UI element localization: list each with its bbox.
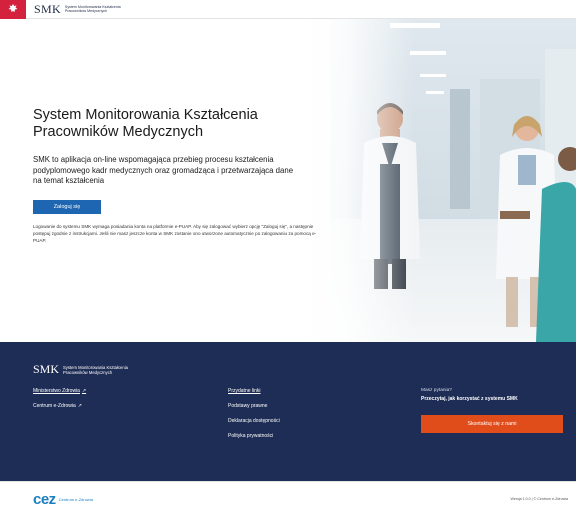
help-link[interactable]: Przeczytaj, jak korzystać z systemu SMK	[421, 396, 518, 402]
cez-logo-mark: cez	[33, 491, 56, 508]
footer-links-heading[interactable]: Przydatne linki	[228, 388, 280, 394]
footer-link-cez[interactable]: Centrum e-Zdrowia ↗	[33, 403, 86, 409]
polish-eagle-icon	[8, 4, 18, 12]
version-info: Wersja 1.0.0 | © Centrum e-Zdrowia	[510, 497, 568, 501]
login-button[interactable]: Zaloguj się	[33, 199, 101, 214]
footer-logo-text: SMK	[33, 362, 60, 376]
footer-help: Masz pytania? Przeczytaj, jak korzystać …	[421, 388, 518, 402]
bottom-bar: cez Centrum e-Zdrowia Wersja 1.0.0 | © C…	[0, 481, 576, 517]
help-title: Masz pytania?	[421, 388, 452, 393]
hero-description: SMK to aplikacja on-line wspomagająca pr…	[33, 155, 294, 185]
footer-col-institutions: Ministerstwo Zdrowia ↗ Centrum e-Zdrowia ↗	[33, 388, 86, 418]
footer-link-deklaracja[interactable]: Deklaracja dostępności	[228, 418, 280, 424]
footer: SMK System Monitorowania Kształcenia Pra…	[0, 342, 576, 481]
emblem	[0, 0, 26, 19]
header-logo[interactable]: SMK	[34, 2, 61, 17]
hero-section: System Monitorowania Kształcenia Pracown…	[0, 19, 576, 342]
footer-link-podstawy[interactable]: Podstawy prawne	[228, 403, 280, 409]
footer-link-polityka[interactable]: Polityka prywatności	[228, 433, 280, 439]
hero-title: System Monitorowania Kształcenia Pracown…	[33, 107, 258, 140]
footer-link-ministerstwo[interactable]: Ministerstwo Zdrowia ↗	[33, 388, 86, 394]
footer-link-label: Ministerstwo Zdrowia	[33, 388, 80, 394]
footer-link-label: Centrum e-Zdrowia	[33, 403, 76, 409]
hero-content: System Monitorowania Kształcenia Pracown…	[33, 107, 333, 244]
contact-button[interactable]: Skontaktuj się z nami	[421, 415, 563, 433]
external-link-icon: ↗	[81, 388, 87, 394]
top-bar: SMK System Monitorowania Kształcenia Pra…	[0, 0, 576, 19]
footer-logo: SMK System Monitorowania Kształcenia Pra…	[33, 362, 148, 377]
header-subtitle: System Monitorowania Kształcenia Pracown…	[64, 4, 121, 13]
cez-logo-text: Centrum e-Zdrowia	[58, 497, 93, 502]
cez-logo[interactable]: cez Centrum e-Zdrowia	[33, 491, 99, 508]
footer-subtitle: System Monitorowania Kształcenia Pracown…	[63, 364, 128, 375]
footer-col-links: Przydatne linki Podstawy prawne Deklarac…	[228, 388, 280, 448]
login-note: Logowanie do systemu SMK wymaga posiadan…	[33, 223, 317, 243]
external-link-icon: ↗	[77, 403, 82, 409]
